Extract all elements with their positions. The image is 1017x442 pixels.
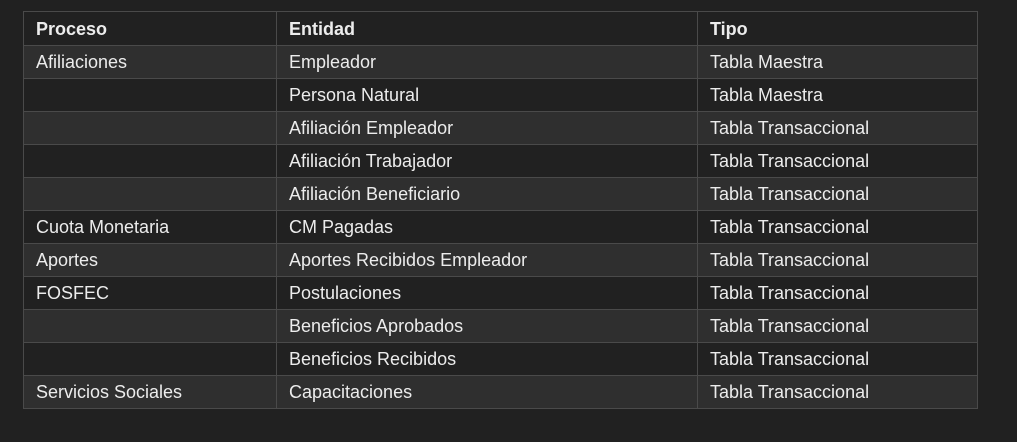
cell-entidad: Aportes Recibidos Empleador <box>276 243 698 277</box>
cell-proceso <box>23 144 277 178</box>
cell-tipo: Tabla Transaccional <box>697 177 978 211</box>
cell-tipo: Tabla Transaccional <box>697 144 978 178</box>
cell-proceso: FOSFEC <box>23 276 277 310</box>
table-row: Afiliación Beneficiario Tabla Transaccio… <box>23 177 978 211</box>
cell-tipo: Tabla Maestra <box>697 45 978 79</box>
cell-tipo: Tabla Transaccional <box>697 210 978 244</box>
column-header-entidad: Entidad <box>276 11 698 46</box>
cell-proceso <box>23 309 277 343</box>
cell-proceso <box>23 111 277 145</box>
cell-entidad: Postulaciones <box>276 276 698 310</box>
cell-proceso <box>23 177 277 211</box>
table-row: Cuota Monetaria CM Pagadas Tabla Transac… <box>23 210 978 244</box>
cell-tipo: Tabla Transaccional <box>697 309 978 343</box>
cell-proceso: Afiliaciones <box>23 45 277 79</box>
cell-entidad: Capacitaciones <box>276 375 698 409</box>
data-table: Proceso Entidad Tipo Afiliaciones Emplea… <box>23 11 978 409</box>
cell-entidad: CM Pagadas <box>276 210 698 244</box>
table-row: Servicios Sociales Capacitaciones Tabla … <box>23 375 978 409</box>
table-row: Beneficios Recibidos Tabla Transaccional <box>23 342 978 376</box>
table-header-row: Proceso Entidad Tipo <box>23 11 978 46</box>
cell-entidad: Persona Natural <box>276 78 698 112</box>
table-row: Beneficios Aprobados Tabla Transaccional <box>23 309 978 343</box>
cell-entidad: Afiliación Empleador <box>276 111 698 145</box>
cell-proceso: Cuota Monetaria <box>23 210 277 244</box>
cell-proceso <box>23 342 277 376</box>
table-row: FOSFEC Postulaciones Tabla Transaccional <box>23 276 978 310</box>
cell-proceso <box>23 78 277 112</box>
cell-entidad: Afiliación Beneficiario <box>276 177 698 211</box>
table-row: Afiliaciones Empleador Tabla Maestra <box>23 45 978 79</box>
cell-entidad: Beneficios Aprobados <box>276 309 698 343</box>
column-header-tipo: Tipo <box>697 11 978 46</box>
cell-tipo: Tabla Transaccional <box>697 342 978 376</box>
table-row: Persona Natural Tabla Maestra <box>23 78 978 112</box>
cell-tipo: Tabla Transaccional <box>697 276 978 310</box>
table-row: Afiliación Trabajador Tabla Transacciona… <box>23 144 978 178</box>
cell-entidad: Beneficios Recibidos <box>276 342 698 376</box>
table-row: Afiliación Empleador Tabla Transaccional <box>23 111 978 145</box>
cell-tipo: Tabla Transaccional <box>697 375 978 409</box>
cell-proceso: Aportes <box>23 243 277 277</box>
cell-tipo: Tabla Transaccional <box>697 111 978 145</box>
column-header-proceso: Proceso <box>23 11 277 46</box>
table-row: Aportes Aportes Recibidos Empleador Tabl… <box>23 243 978 277</box>
cell-tipo: Tabla Transaccional <box>697 243 978 277</box>
cell-tipo: Tabla Maestra <box>697 78 978 112</box>
cell-entidad: Afiliación Trabajador <box>276 144 698 178</box>
cell-proceso: Servicios Sociales <box>23 375 277 409</box>
cell-entidad: Empleador <box>276 45 698 79</box>
